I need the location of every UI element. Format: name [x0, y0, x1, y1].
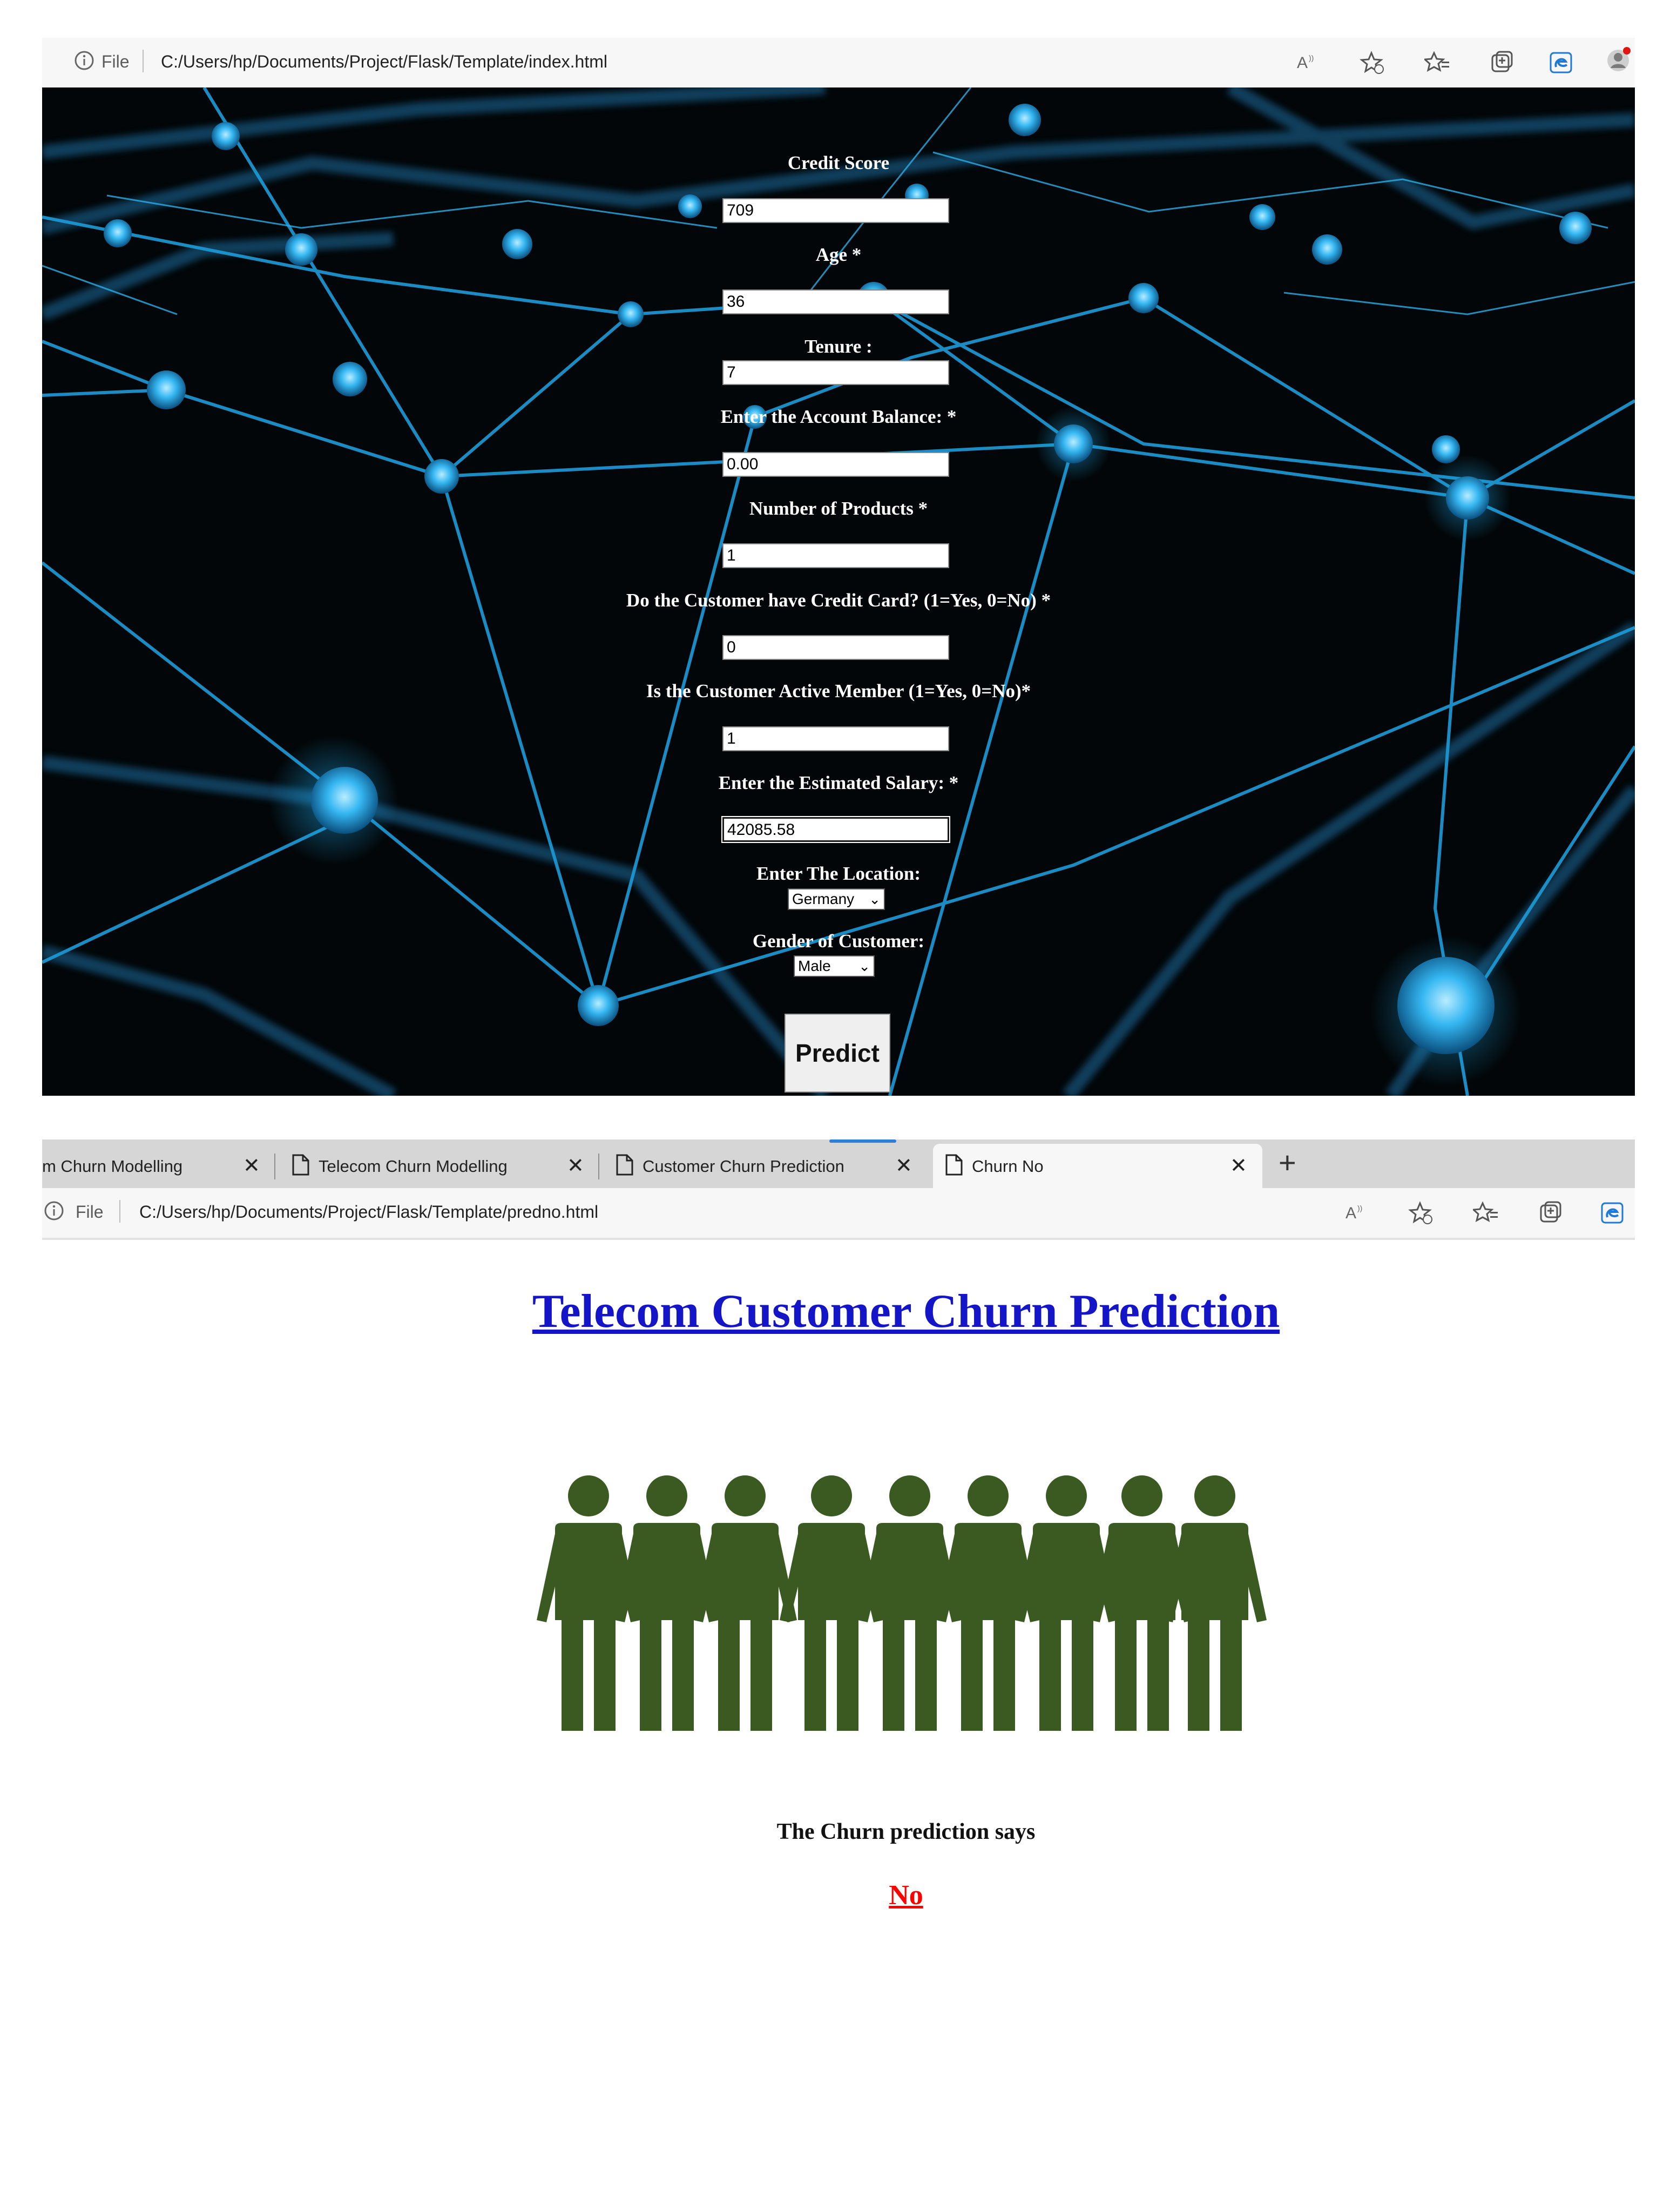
chevron-down-icon: ⌄ — [869, 891, 881, 907]
svg-text:A: A — [1297, 54, 1308, 72]
add-favorite-icon[interactable] — [1360, 50, 1385, 76]
page-icon — [616, 1154, 633, 1176]
tab-churn-no[interactable]: Churn No ✕ — [933, 1144, 1262, 1188]
address-bar: File C:/Users/hp/Documents/Project/Flask… — [42, 38, 1635, 89]
estimated-salary-label: Enter the Estimated Salary: * — [718, 772, 959, 793]
number-of-products-input[interactable]: 1 — [722, 543, 949, 568]
profile-icon[interactable] — [1605, 46, 1631, 72]
age-input[interactable]: 36 — [722, 289, 949, 314]
collections-icon[interactable] — [1489, 50, 1515, 76]
tab-churn-modelling[interactable]: m Churn Modelling ✕ — [42, 1144, 274, 1188]
tenure-input[interactable]: 7 — [722, 360, 949, 385]
result-browser-window: m Churn Modelling ✕ Telecom Churn Modell… — [42, 1139, 1635, 2212]
age-label: Age * — [815, 244, 862, 265]
gender-label: Gender of Customer: — [752, 930, 925, 952]
gender-selected-value: Male — [798, 957, 831, 974]
svg-text:)): )) — [1357, 1204, 1362, 1212]
favorites-icon[interactable] — [1424, 50, 1450, 76]
close-icon[interactable]: ✕ — [567, 1154, 584, 1178]
number-of-products-label: Number of Products * — [749, 498, 928, 519]
tab-title: Customer Churn Prediction — [643, 1157, 844, 1176]
tab-title: m Churn Modelling — [42, 1157, 183, 1176]
read-aloud-icon[interactable]: A )) — [1343, 1200, 1369, 1226]
network-background: Credit Score 709 Age * 36 Tenure : 7 Ent… — [42, 87, 1635, 1096]
info-icon[interactable] — [43, 1200, 65, 1222]
credit-score-label: Credit Score — [787, 152, 890, 173]
location-selected-value: Germany — [792, 891, 855, 907]
close-icon[interactable]: ✕ — [895, 1154, 912, 1178]
url-text[interactable]: C:/Users/hp/Documents/Project/Flask/Temp… — [161, 52, 607, 72]
add-favorite-icon[interactable] — [1408, 1200, 1434, 1226]
form-browser-window: File C:/Users/hp/Documents/Project/Flask… — [42, 38, 1635, 1096]
info-icon[interactable] — [73, 50, 95, 71]
address-bar: File C:/Users/hp/Documents/Project/Flask… — [42, 1188, 1635, 1240]
tab-telecom-churn-modelling[interactable]: Telecom Churn Modelling ✕ — [280, 1144, 604, 1188]
tenure-label: Tenure : — [804, 336, 873, 357]
account-balance-input[interactable]: 0.00 — [722, 452, 949, 477]
address-divider — [119, 1200, 120, 1223]
predict-button[interactable]: Predict — [785, 1014, 890, 1092]
collections-icon[interactable] — [1538, 1200, 1564, 1226]
favorites-icon[interactable] — [1473, 1200, 1499, 1226]
prediction-label: The Churn prediction says — [776, 1819, 1036, 1844]
location-label: Enter The Location: — [756, 863, 921, 884]
prediction-result: No — [889, 1880, 923, 1911]
url-text[interactable]: C:/Users/hp/Documents/Project/Flask/Temp… — [139, 1202, 598, 1222]
read-aloud-icon[interactable]: A )) — [1295, 50, 1321, 76]
address-divider — [143, 50, 144, 72]
people-group-icon — [537, 1475, 1267, 1731]
estimated-salary-input[interactable]: 42085.58 — [721, 816, 950, 843]
account-balance-label: Enter the Account Balance: * — [720, 406, 957, 427]
active-member-input[interactable]: 1 — [722, 726, 949, 751]
svg-text:)): )) — [1309, 53, 1314, 62]
close-icon[interactable]: ✕ — [1230, 1154, 1247, 1178]
tab-title: Telecom Churn Modelling — [319, 1157, 508, 1176]
svg-text:A: A — [1345, 1204, 1356, 1222]
tab-divider — [598, 1154, 599, 1179]
edge-icon[interactable] — [1548, 50, 1574, 76]
credit-card-input[interactable]: 0 — [722, 635, 949, 660]
gender-select[interactable]: Male ⌄ — [794, 955, 875, 977]
page-title-link[interactable]: Telecom Customer Churn Prediction — [42, 1284, 1677, 1339]
location-select[interactable]: Germany ⌄ — [788, 888, 885, 910]
file-scheme-label: File — [76, 1202, 104, 1222]
tab-loading-indicator — [829, 1139, 896, 1143]
tab-customer-churn-prediction[interactable]: Customer Churn Prediction ✕ — [604, 1144, 930, 1188]
new-tab-icon[interactable]: + — [1279, 1145, 1296, 1180]
active-member-label: Is the Customer Active Member (1=Yes, 0=… — [646, 680, 1031, 702]
page-icon — [945, 1154, 963, 1176]
chevron-down-icon: ⌄ — [858, 958, 870, 974]
close-icon[interactable]: ✕ — [243, 1154, 260, 1178]
edge-icon[interactable] — [1600, 1200, 1626, 1226]
tab-bar: m Churn Modelling ✕ Telecom Churn Modell… — [42, 1139, 1635, 1188]
tab-divider — [274, 1154, 275, 1179]
file-scheme-label: File — [102, 52, 130, 71]
credit-card-label: Do the Customer have Credit Card? (1=Yes… — [626, 590, 1051, 611]
page-icon — [292, 1154, 309, 1176]
credit-score-input[interactable]: 709 — [722, 198, 949, 223]
tab-title: Churn No — [972, 1157, 1044, 1176]
